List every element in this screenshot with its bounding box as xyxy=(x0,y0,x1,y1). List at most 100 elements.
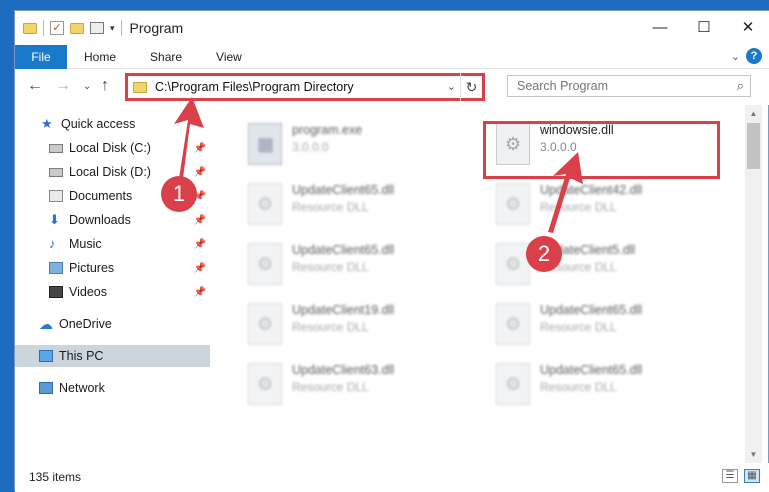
videos-icon xyxy=(49,286,63,298)
onedrive-icon: ☁ xyxy=(39,316,53,332)
file-description: Resource DLL xyxy=(292,380,369,394)
sidebar-item-videos[interactable]: Videos 📌 xyxy=(15,281,210,303)
file-item[interactable]: UpdateClient65.dll Resource DLL xyxy=(488,357,728,413)
network-icon xyxy=(39,382,53,394)
refresh-icon[interactable]: ↻ xyxy=(460,73,482,101)
file-item[interactable]: UpdateClient63.dll Resource DLL xyxy=(240,357,480,413)
sidebar-item-quick-access[interactable]: ★ Quick access xyxy=(15,113,210,135)
properties-icon[interactable] xyxy=(90,22,104,34)
file-description: Resource DLL xyxy=(540,200,617,214)
sidebar-item-label: Local Disk (C:) xyxy=(69,141,151,155)
toolbar-divider xyxy=(43,20,44,36)
quick-access-toolbar: ✓ ▾ xyxy=(15,20,122,36)
close-button[interactable]: ✕ xyxy=(726,11,769,45)
expand-ribbon-icon[interactable]: ⌄ xyxy=(731,50,740,63)
pin-icon: 📌 xyxy=(193,166,206,178)
search-input[interactable] xyxy=(517,79,717,93)
sidebar-item-downloads[interactable]: ⬇ Downloads 📌 xyxy=(15,209,210,231)
explorer-window: ✓ ▾ Program — ☐ ✕ File Home Share View ⌄… xyxy=(14,10,769,492)
file-item[interactable]: UpdateClient65.dll Resource DLL xyxy=(240,177,480,233)
help-icon[interactable]: ? xyxy=(746,48,762,64)
toolbar-divider-2 xyxy=(120,20,122,36)
pin-icon: 📌 xyxy=(193,238,206,250)
sidebar-item-onedrive[interactable]: ☁ OneDrive xyxy=(15,313,210,335)
sidebar-item-network[interactable]: Network xyxy=(15,377,210,399)
search-icon[interactable]: ⌕ xyxy=(737,78,744,94)
new-folder-icon[interactable] xyxy=(70,22,84,34)
folder-icon xyxy=(133,81,147,93)
pin-icon: 📌 xyxy=(193,286,206,298)
file-item[interactable]: UpdateClient65.dll Resource DLL xyxy=(488,297,728,353)
step-marker-1: 1 xyxy=(161,176,197,212)
search-box[interactable]: ⌕ xyxy=(507,75,751,97)
forward-arrow-icon[interactable]: → xyxy=(55,77,71,95)
up-arrow-icon[interactable]: ↑ xyxy=(101,77,109,95)
sidebar-item-local-disk-c[interactable]: Local Disk (C:) 📌 xyxy=(15,137,210,159)
file-item-program-exe[interactable]: program.exe 3.0.0.0 xyxy=(240,117,480,173)
dll-file-icon xyxy=(248,303,282,345)
sidebar-item-label: Videos xyxy=(69,285,107,299)
sidebar-item-label: Pictures xyxy=(69,261,115,275)
large-icons-view-icon[interactable]: ▦ xyxy=(744,469,760,483)
customize-toolbar-icon[interactable]: ▾ xyxy=(110,23,115,34)
file-item[interactable]: UpdateClient19.dll Resource DLL xyxy=(240,297,480,353)
sidebar-item-label: Documents xyxy=(69,189,133,203)
pin-icon: 📌 xyxy=(193,142,206,154)
sidebar-item-pictures[interactable]: Pictures 📌 xyxy=(15,257,210,279)
dll-file-icon xyxy=(496,303,530,345)
sidebar-item-label: Network xyxy=(59,381,105,395)
vertical-scrollbar[interactable]: ▲ ▼ xyxy=(745,105,762,463)
file-item[interactable]: UpdateClient5.dll Resource DLL xyxy=(488,237,728,293)
tab-view[interactable]: View xyxy=(199,50,259,64)
music-icon: ♪ xyxy=(49,236,56,251)
file-name: UpdateClient65.dll xyxy=(540,303,643,317)
file-name: program.exe xyxy=(292,123,363,137)
file-name: UpdateClient63.dll xyxy=(292,363,395,377)
pictures-icon xyxy=(49,262,63,274)
tab-home[interactable]: Home xyxy=(67,50,133,64)
tab-file[interactable]: File xyxy=(15,44,67,69)
sidebar-item-music[interactable]: ♪ Music 📌 xyxy=(15,233,210,255)
ribbon-tabs: File Home Share View ⌄ ? xyxy=(15,44,769,69)
scroll-down-icon[interactable]: ▼ xyxy=(745,446,762,463)
back-arrow-icon[interactable]: ← xyxy=(27,77,43,95)
step-marker-2: 2 xyxy=(526,236,562,272)
recent-locations-icon[interactable]: ⌄ xyxy=(83,81,91,92)
disk-icon xyxy=(49,143,63,153)
highlight-box xyxy=(483,121,720,179)
address-path[interactable]: C:\Program Files\Program Directory xyxy=(155,80,354,94)
sidebar-item-label: Local Disk (D:) xyxy=(69,165,151,179)
pin-icon: 📌 xyxy=(193,214,206,226)
status-bar: 135 items ☰ ▦ xyxy=(15,463,769,492)
maximize-button[interactable]: ☐ xyxy=(682,11,726,45)
sidebar-item-label: Downloads xyxy=(69,213,131,227)
dll-file-icon xyxy=(248,183,282,225)
file-item[interactable]: UpdateClient65.dll Resource DLL xyxy=(240,237,480,293)
chevron-down-icon[interactable]: ⌄ xyxy=(447,80,456,93)
folder-icon xyxy=(23,22,37,34)
properties-check-icon[interactable]: ✓ xyxy=(50,21,64,35)
scroll-thumb[interactable] xyxy=(747,123,760,169)
scroll-up-icon[interactable]: ▲ xyxy=(745,105,762,122)
minimize-button[interactable]: — xyxy=(638,11,682,45)
window-controls: — ☐ ✕ xyxy=(638,11,769,45)
sidebar-item-label: Quick access xyxy=(61,117,136,131)
file-name: UpdateClient65.dll xyxy=(540,363,643,377)
file-name: UpdateClient42.dll xyxy=(540,183,643,197)
address-bar[interactable]: C:\Program Files\Program Directory ⌄ ↻ xyxy=(125,73,485,101)
dll-file-icon xyxy=(248,363,282,405)
download-icon: ⬇ xyxy=(49,212,60,227)
file-description: Resource DLL xyxy=(292,200,369,214)
pin-icon: 📌 xyxy=(193,262,206,274)
file-item[interactable]: UpdateClient42.dll Resource DLL xyxy=(488,177,728,233)
dll-file-icon xyxy=(496,183,530,225)
dll-file-icon xyxy=(248,243,282,285)
star-icon: ★ xyxy=(41,116,53,131)
dll-file-icon xyxy=(496,243,530,285)
sidebar-item-label: Music xyxy=(69,237,102,251)
details-view-icon[interactable]: ☰ xyxy=(722,469,738,483)
title-bar: ✓ ▾ Program — ☐ ✕ xyxy=(15,11,769,45)
sidebar-item-this-pc[interactable]: This PC xyxy=(15,345,210,367)
file-name: UpdateClient19.dll xyxy=(292,303,395,317)
tab-share[interactable]: Share xyxy=(133,50,199,64)
